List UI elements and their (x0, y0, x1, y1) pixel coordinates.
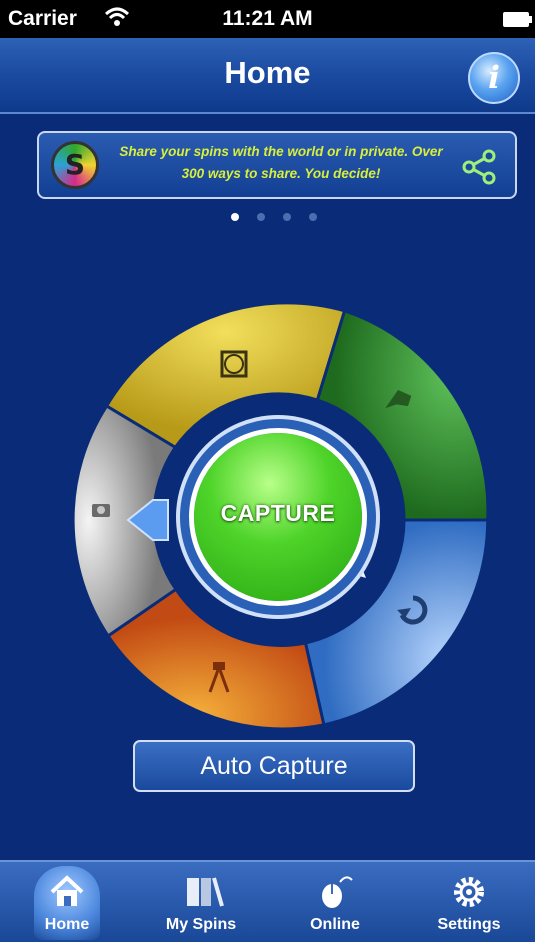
share-icon[interactable] (459, 149, 499, 185)
app-logo-icon (51, 141, 99, 189)
tab-home-label: Home (44, 916, 90, 933)
tab-my-spins-label: My Spins (165, 916, 237, 933)
tab-settings[interactable]: Settings (402, 862, 535, 942)
gear-icon (454, 877, 484, 907)
info-button[interactable]: i (468, 52, 520, 104)
navigation-bar: Home i (0, 38, 535, 114)
banner-text: Share your spins with the world or in pr… (119, 144, 443, 181)
page-dot[interactable] (283, 213, 291, 221)
clock: 11:21 AM (222, 7, 313, 30)
mouse-icon (322, 876, 353, 908)
film-icon (187, 877, 224, 907)
battery-icon (503, 12, 532, 27)
page-title: Home (224, 55, 311, 90)
share-banner[interactable]: Share your spins with the world or in pr… (37, 131, 517, 199)
home-icon (50, 875, 84, 906)
tab-settings-label: Settings (437, 916, 501, 933)
tab-my-spins[interactable]: My Spins (134, 862, 268, 942)
auto-capture-button[interactable]: Auto Capture (133, 740, 415, 792)
page-dot[interactable] (257, 213, 265, 221)
status-bar: Carrier 11:21 AM (0, 0, 535, 38)
tab-online-label: Online (310, 916, 360, 933)
tab-online[interactable]: Online (268, 862, 402, 942)
page-dot[interactable] (309, 213, 317, 221)
tab-bar: Home My Spins Online Settings (0, 860, 535, 942)
page-indicator[interactable] (231, 208, 335, 226)
camera-icon (92, 504, 110, 517)
page-dot[interactable] (231, 213, 239, 221)
tab-home[interactable]: Home (0, 862, 134, 942)
capture-label: CAPTURE (220, 500, 336, 526)
